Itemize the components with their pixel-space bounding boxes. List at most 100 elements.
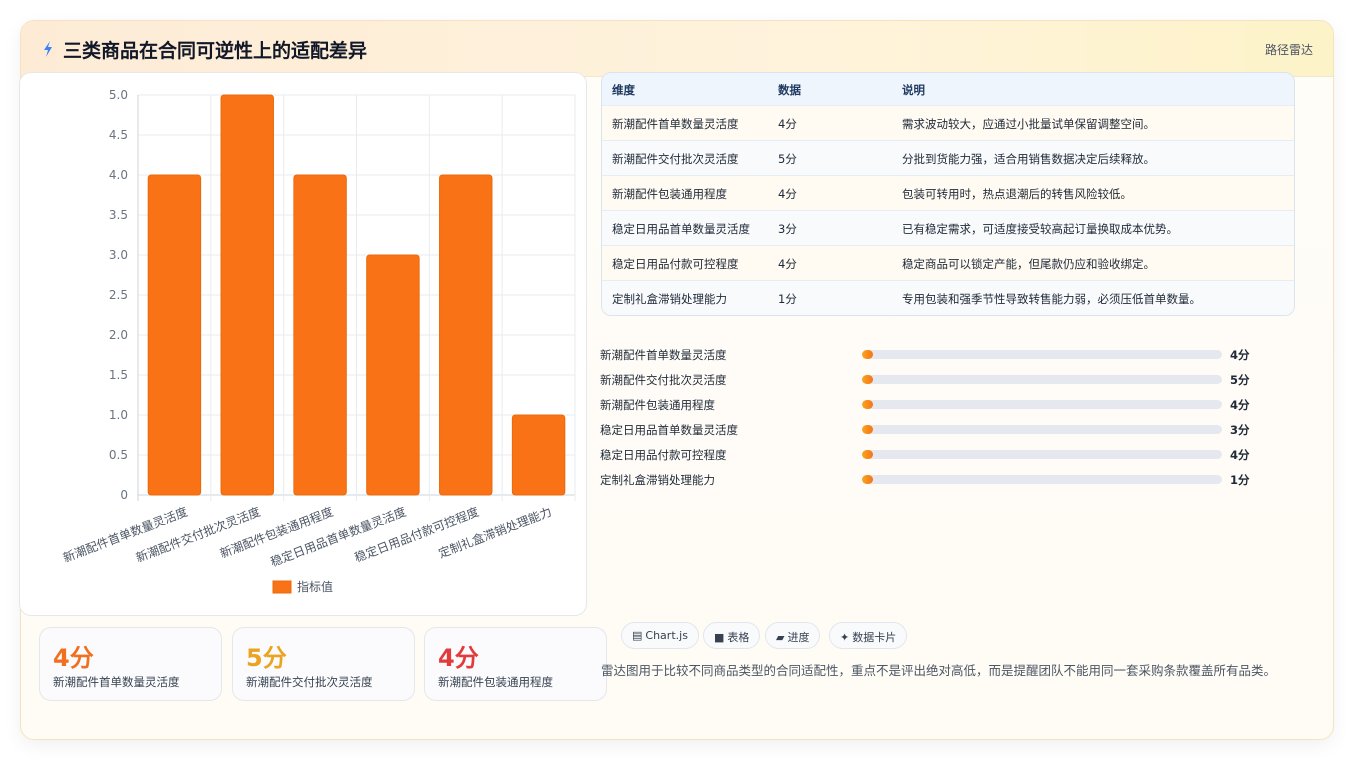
progress-track bbox=[862, 425, 1222, 434]
progress-label: 稳定日用品首单数量灵活度 bbox=[600, 423, 738, 437]
table-cell: 4分 bbox=[778, 257, 797, 271]
table-header-cell: 维度 bbox=[612, 83, 635, 97]
stat-value: 5分 bbox=[246, 644, 287, 672]
chip-table[interactable]: ■ 表格 bbox=[703, 622, 761, 649]
progress-label: 新潮配件首单数量灵活度 bbox=[600, 348, 727, 362]
progress-fill bbox=[862, 400, 873, 409]
chip-data-card[interactable]: ✦ 数据卡片 bbox=[829, 622, 908, 649]
header-tag: 路径雷达 bbox=[1264, 43, 1313, 57]
table-cell: 4分 bbox=[778, 187, 797, 201]
y-tick-label: 4.5 bbox=[109, 128, 128, 142]
progress-value: 4分 bbox=[1230, 398, 1250, 412]
progress-track bbox=[862, 475, 1222, 484]
x-tick-label: 稳定日用品付款可控程度 bbox=[352, 504, 481, 565]
y-tick-label: 2.0 bbox=[109, 328, 128, 342]
chip-chartjs[interactable]: ▤ Chart.js bbox=[621, 622, 699, 649]
table-cell: 新潮配件包装通用程度 bbox=[612, 187, 727, 201]
progress-value: 4分 bbox=[1230, 448, 1250, 462]
progress-value: 4分 bbox=[1230, 348, 1250, 362]
y-tick-label: 5.0 bbox=[109, 88, 128, 102]
chart-icon: ▤ bbox=[632, 629, 643, 642]
stat-card: 4分 新潮配件包装通用程度 bbox=[424, 627, 607, 701]
progress-fill bbox=[862, 425, 873, 434]
progress-track bbox=[862, 400, 1222, 409]
legend-label: 指标值 bbox=[297, 579, 333, 594]
stat-card: 4分 新潮配件首单数量灵活度 bbox=[39, 627, 222, 701]
y-tick-label: 1.5 bbox=[109, 368, 128, 382]
lightning-icon bbox=[44, 41, 52, 57]
chip-label: 表格 bbox=[727, 631, 750, 644]
table-cell: 专用包装和强季节性导致转售能力弱，必须压低首单数量。 bbox=[902, 292, 1201, 306]
bar bbox=[366, 254, 420, 496]
stat-card: 5分 新潮配件交付批次灵活度 bbox=[232, 627, 415, 701]
stat-label: 新潮配件包装通用程度 bbox=[438, 675, 553, 689]
bar bbox=[293, 174, 347, 496]
table-header-row: 维度 数据 说明 bbox=[602, 73, 1294, 106]
progress-fill bbox=[862, 450, 873, 459]
table-row: 稳定日用品付款可控程度 4分 稳定商品可以锁定产能，但尾款仍应和验收绑定。 bbox=[602, 246, 1294, 281]
table-cell: 3分 bbox=[778, 222, 797, 236]
y-tick-label: 2.5 bbox=[109, 288, 128, 302]
chip-label: 进度 bbox=[787, 631, 810, 644]
table-cell: 新潮配件首单数量灵活度 bbox=[612, 117, 739, 131]
bar bbox=[220, 94, 274, 496]
progress-value: 5分 bbox=[1230, 373, 1250, 387]
progress-label: 新潮配件交付批次灵活度 bbox=[600, 373, 727, 387]
bar-chart-panel: 0 0.5 1.0 1.5 2.0 2.5 3.0 3.5 4.0 4.5 5.0 新潮配件首单数量灵… bbox=[19, 72, 587, 616]
x-tick-label: 稳定日用品首单数量灵活度 bbox=[268, 504, 408, 570]
chart-note: 雷达图用于比较不同商品类型的合同适配性，重点不是评出绝对高低，而是提醒团队不能用… bbox=[601, 663, 1277, 678]
bar bbox=[511, 414, 566, 496]
progress-track bbox=[862, 375, 1222, 384]
card-header: 三类商品在合同可逆性上的适配差异 路径雷达 bbox=[21, 21, 1333, 77]
progress-fill bbox=[862, 475, 873, 484]
progress-row: 新潮配件首单数量灵活度 4分 bbox=[600, 345, 1260, 365]
y-tick-label: 4.0 bbox=[109, 168, 128, 182]
table-cell: 5分 bbox=[778, 152, 797, 166]
table-cell: 需求波动较大，应通过小批量试单保留调整空间。 bbox=[902, 117, 1155, 131]
table-row: 新潮配件包装通用程度 4分 包装可转用时，热点退潮后的转售风险较低。 bbox=[602, 176, 1294, 211]
progress-row: 新潮配件包装通用程度 4分 bbox=[600, 395, 1260, 415]
chip-label: Chart.js bbox=[645, 629, 688, 642]
y-tick-label: 0 bbox=[120, 488, 128, 502]
x-tick-label: 新潮配件首单数量灵活度 bbox=[61, 504, 190, 565]
progress-track bbox=[862, 450, 1222, 459]
legend-swatch bbox=[272, 580, 292, 594]
table-cell: 稳定商品可以锁定产能，但尾款仍应和验收绑定。 bbox=[902, 257, 1155, 271]
progress-track bbox=[862, 350, 1222, 359]
table-cell: 包装可转用时，热点退潮后的转售风险较低。 bbox=[902, 187, 1132, 201]
page-title: 三类商品在合同可逆性上的适配差异 bbox=[63, 40, 368, 62]
sparkle-icon: ✦ bbox=[840, 631, 850, 644]
stat-label: 新潮配件首单数量灵活度 bbox=[53, 675, 180, 689]
y-tick-label: 0.5 bbox=[109, 448, 128, 462]
progress-row: 定制礼盒滞销处理能力 1分 bbox=[600, 470, 1260, 490]
y-tick-label: 3.5 bbox=[109, 208, 128, 222]
x-tick-label: 新潮配件交付批次灵活度 bbox=[134, 504, 263, 565]
stat-value: 4分 bbox=[438, 644, 479, 672]
table-row: 稳定日用品首单数量灵活度 3分 已有稳定需求，可适度接受较高起订量换取成本优势。 bbox=[602, 211, 1294, 246]
progress-label: 定制礼盒滞销处理能力 bbox=[600, 473, 715, 487]
progress-row: 稳定日用品付款可控程度 4分 bbox=[600, 445, 1260, 465]
table-icon: ■ bbox=[714, 631, 725, 644]
progress-fill bbox=[862, 375, 873, 384]
bar-chart: 0 0.5 1.0 1.5 2.0 2.5 3.0 3.5 4.0 4.5 5.0 新潮配件首单数量灵… bbox=[61, 88, 576, 594]
table-cell: 稳定日用品首单数量灵活度 bbox=[612, 222, 750, 236]
table-cell: 已有稳定需求，可适度接受较高起订量换取成本优势。 bbox=[902, 222, 1178, 236]
data-table: 维度 数据 说明 新潮配件首单数量灵活度 4分 需求波动较大，应通过小批量试单保… bbox=[601, 72, 1295, 316]
table-row: 新潮配件首单数量灵活度 4分 需求波动较大，应通过小批量试单保留调整空间。 bbox=[602, 106, 1294, 141]
stat-label: 新潮配件交付批次灵活度 bbox=[246, 675, 373, 689]
progress-label: 稳定日用品付款可控程度 bbox=[600, 448, 727, 462]
table-row: 定制礼盒滞销处理能力 1分 专用包装和强季节性导致转售能力弱，必须压低首单数量。 bbox=[602, 281, 1294, 315]
progress-label: 新潮配件包装通用程度 bbox=[600, 398, 715, 412]
y-tick-label: 1.0 bbox=[109, 408, 128, 422]
table-header-cell: 说明 bbox=[902, 83, 925, 97]
progress-value: 1分 bbox=[1230, 473, 1250, 487]
progress-icon: ▰ bbox=[776, 631, 785, 644]
bar bbox=[147, 174, 202, 496]
y-tick-label: 3.0 bbox=[109, 248, 128, 262]
table-cell: 定制礼盒滞销处理能力 bbox=[612, 292, 727, 306]
chip-progress[interactable]: ▰ 进度 bbox=[765, 622, 821, 649]
table-cell: 4分 bbox=[778, 117, 797, 131]
bar bbox=[439, 174, 493, 496]
table-cell: 稳定日用品付款可控程度 bbox=[612, 257, 739, 271]
table-cell: 1分 bbox=[778, 292, 797, 306]
